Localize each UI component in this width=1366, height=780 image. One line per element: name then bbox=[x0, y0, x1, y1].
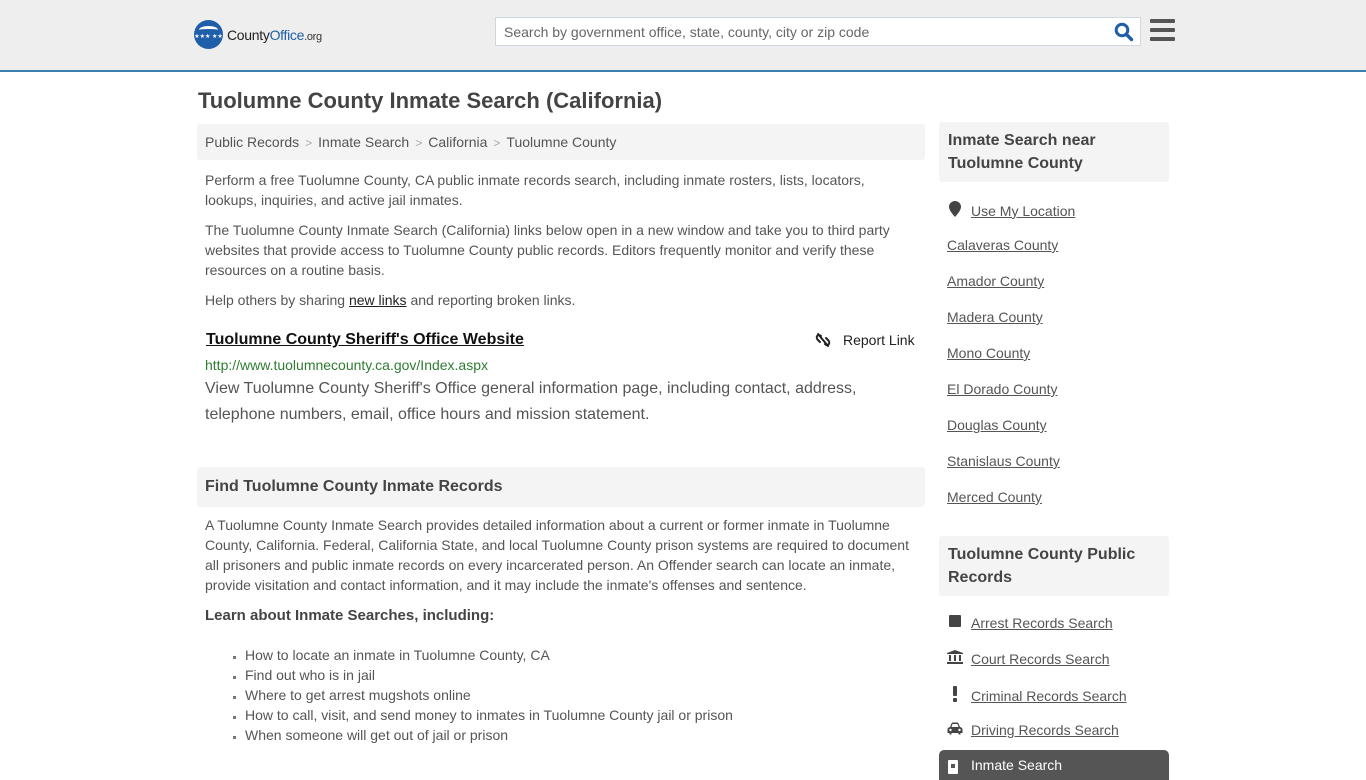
square-icon bbox=[947, 614, 963, 631]
jail-door-icon bbox=[948, 760, 958, 774]
site-header: ★★★ ★★ CountyOffice.org bbox=[0, 0, 1366, 72]
sidebar-county-link[interactable]: Calaveras County bbox=[947, 237, 1058, 253]
sidebar-county-link[interactable]: Douglas County bbox=[947, 417, 1047, 433]
courthouse-icon bbox=[947, 650, 963, 667]
broken-link-icon bbox=[815, 333, 831, 347]
site-logo[interactable]: ★★★ ★★ CountyOffice.org bbox=[194, 20, 322, 49]
help-paragraph: Help others by sharing new links and rep… bbox=[205, 292, 576, 308]
breadcrumb-separator: > bbox=[305, 136, 313, 150]
learn-list: How to locate an inmate in Tuolumne Coun… bbox=[245, 645, 733, 745]
logo-text: CountyOffice.org bbox=[227, 26, 322, 43]
sidebar-county-link[interactable]: Stanislaus County bbox=[947, 453, 1060, 469]
breadcrumb-inmate-search[interactable]: Inmate Search bbox=[318, 134, 409, 150]
sidebar-county-link[interactable]: Merced County bbox=[947, 489, 1042, 505]
search-button[interactable] bbox=[1114, 22, 1134, 42]
result-description: View Tuolumne County Sheriff's Office ge… bbox=[205, 380, 857, 423]
section-heading: Find Tuolumne County Inmate Records bbox=[197, 467, 925, 507]
car-icon bbox=[947, 722, 963, 738]
search-icon bbox=[1114, 22, 1134, 42]
intro-paragraph: Perform a free Tuolumne County, CA publi… bbox=[205, 172, 865, 208]
result-url: http://www.tuolumnecounty.ca.gov/Index.a… bbox=[205, 357, 489, 373]
list-item: How to locate an inmate in Tuolumne Coun… bbox=[245, 645, 733, 665]
use-my-location-link[interactable]: Use My Location bbox=[947, 201, 1075, 220]
list-item: Find out who is in jail bbox=[245, 665, 733, 685]
sidebar-item-arrest-records[interactable]: Arrest Records Search bbox=[947, 614, 1113, 631]
sidebar-item-driving-records[interactable]: Driving Records Search bbox=[947, 722, 1119, 738]
breadcrumb-public-records[interactable]: Public Records bbox=[205, 134, 299, 150]
sidebar-item-inmate-search[interactable]: Inmate Search bbox=[939, 750, 1169, 780]
breadcrumb: Public Records > Inmate Search > California >… bbox=[197, 124, 925, 160]
report-link-label: Report Link bbox=[843, 332, 915, 348]
sidebar-item-court-records[interactable]: Court Records Search bbox=[947, 650, 1110, 667]
section-body: A Tuolumne County Inmate Search provides… bbox=[205, 517, 909, 593]
new-links-link[interactable]: new links bbox=[349, 292, 407, 308]
report-link-button[interactable]: Report Link bbox=[815, 332, 915, 348]
map-marker-icon bbox=[947, 201, 963, 220]
list-item: When someone will get out of jail or pri… bbox=[245, 725, 733, 745]
breadcrumb-tuolumne-county[interactable]: Tuolumne County bbox=[506, 134, 616, 150]
disclaimer-paragraph: The Tuolumne County Inmate Search (Calif… bbox=[205, 222, 890, 278]
sidebar-nearby-heading: Inmate Search near Tuolumne County bbox=[939, 122, 1169, 182]
sidebar-county-link[interactable]: Amador County bbox=[947, 273, 1044, 289]
exclamation-icon bbox=[947, 686, 963, 705]
breadcrumb-separator: > bbox=[415, 136, 423, 150]
hamburger-menu-icon[interactable] bbox=[1150, 19, 1175, 41]
learn-heading: Learn about Inmate Searches, including: bbox=[205, 607, 495, 624]
sidebar-county-link[interactable]: Mono County bbox=[947, 345, 1030, 361]
result-title-link[interactable]: Tuolumne County Sheriff's Office Website bbox=[206, 331, 524, 349]
sidebar-county-link[interactable]: El Dorado County bbox=[947, 381, 1058, 397]
search-box bbox=[495, 17, 1141, 46]
list-item: Where to get arrest mugshots online bbox=[245, 685, 733, 705]
sidebar-item-criminal-records[interactable]: Criminal Records Search bbox=[947, 686, 1127, 705]
logo-eagle-icon: ★★★ ★★ bbox=[194, 20, 223, 49]
breadcrumb-california[interactable]: California bbox=[428, 134, 487, 150]
search-input[interactable] bbox=[496, 18, 1096, 45]
sidebar-county-link[interactable]: Madera County bbox=[947, 309, 1043, 325]
breadcrumb-separator: > bbox=[493, 136, 501, 150]
sidebar-public-records-heading: Tuolumne County Public Records bbox=[939, 536, 1169, 596]
page-title: Tuolumne County Inmate Search (Californi… bbox=[198, 88, 663, 113]
list-item: How to call, visit, and send money to in… bbox=[245, 705, 733, 725]
